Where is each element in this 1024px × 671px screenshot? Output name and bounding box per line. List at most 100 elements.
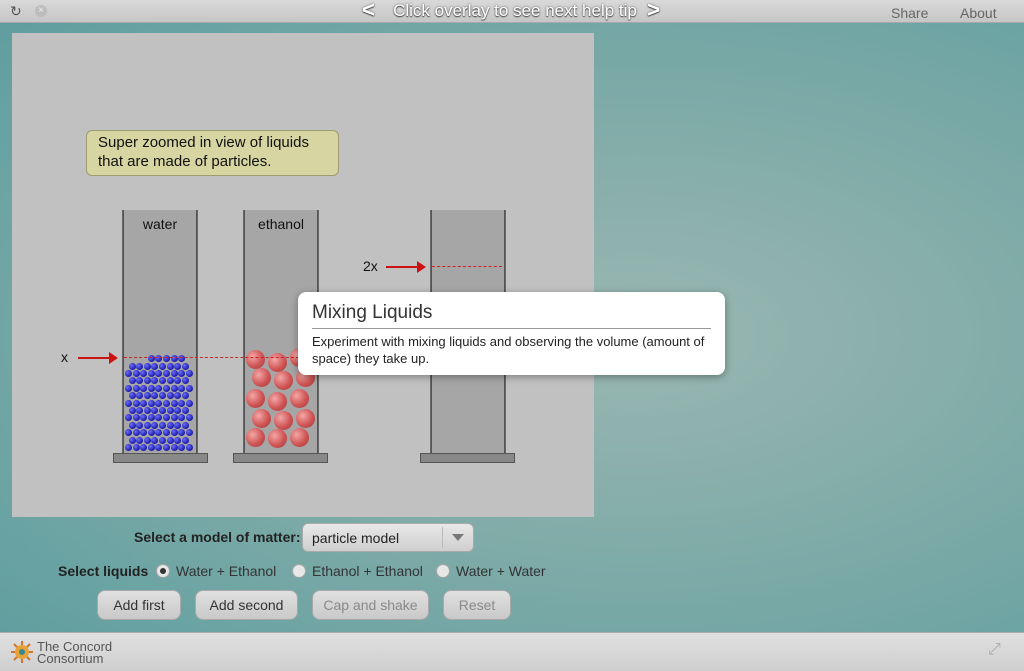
tooltip-body: Experiment with mixing liquids and obser… <box>312 334 705 366</box>
water-particle <box>158 421 166 429</box>
water-particle <box>163 384 170 392</box>
water-particle <box>163 370 170 377</box>
radio-label-water-water[interactable]: Water + Water <box>456 563 546 579</box>
ethanol-particle <box>290 389 309 408</box>
water-particle <box>170 370 178 377</box>
water-particle <box>132 370 140 377</box>
footer: The Concord Consortium ⤢ <box>0 632 1024 671</box>
water-particle <box>166 436 174 444</box>
level-line-x <box>124 357 304 358</box>
help-tooltip[interactable]: Mixing Liquids Experiment with mixing li… <box>298 292 725 375</box>
water-particle <box>185 399 193 407</box>
water-particle <box>132 414 140 422</box>
beaker-base <box>420 453 515 463</box>
next-tip-icon[interactable]: > <box>647 0 660 21</box>
water-particle <box>128 362 136 370</box>
ethanol-particle <box>274 371 293 390</box>
water-particle <box>128 392 136 400</box>
water-particle <box>185 370 193 377</box>
ethanol-particle <box>246 350 265 369</box>
water-particle <box>151 362 159 370</box>
water-particle <box>181 362 189 370</box>
ethanol-particle <box>274 411 293 430</box>
top-bar: ↻ × < Click overlay to see next help tip… <box>0 0 1024 23</box>
water-particle <box>170 444 178 451</box>
beaker-base <box>113 453 208 463</box>
water-particle <box>181 407 189 414</box>
water-particle <box>125 444 132 451</box>
water-particle <box>174 436 182 444</box>
water-particle <box>143 392 151 400</box>
water-particle <box>181 392 189 400</box>
water-particle <box>147 399 155 407</box>
chevron-down-icon[interactable] <box>452 534 464 541</box>
level-marker-x: x <box>61 349 68 365</box>
water-particle <box>147 444 155 451</box>
ethanol-particle <box>246 389 265 408</box>
beaker-base <box>233 453 328 463</box>
add-second-button[interactable]: Add second <box>195 590 298 620</box>
add-first-button[interactable]: Add first <box>97 590 181 620</box>
prev-tip-icon[interactable]: < <box>362 0 375 21</box>
radio-water-ethanol[interactable] <box>156 564 170 578</box>
radio-label-water-ethanol[interactable]: Water + Ethanol <box>176 563 276 579</box>
water-particle <box>143 407 151 414</box>
water-particle <box>158 407 166 414</box>
liquids-label: Select liquids <box>58 563 149 579</box>
water-particle <box>128 377 136 385</box>
water-particle <box>174 421 182 429</box>
water-particle <box>128 436 136 444</box>
level-line-2x <box>432 266 502 267</box>
water-particle <box>125 370 132 377</box>
water-particle <box>174 362 182 370</box>
water-particle <box>158 436 166 444</box>
radio-label-ethanol-ethanol[interactable]: Ethanol + Ethanol <box>312 563 423 579</box>
water-particle <box>136 436 144 444</box>
water-particle <box>170 414 178 422</box>
radio-ethanol-ethanol[interactable] <box>292 564 306 578</box>
water-particle <box>128 421 136 429</box>
water-particle <box>147 370 155 377</box>
simulation-canvas: Super zoomed in view of liquids that are… <box>12 33 594 517</box>
cap-and-shake-button[interactable]: Cap and shake <box>312 590 429 620</box>
fullscreen-icon[interactable]: ⤢ <box>988 641 1014 665</box>
help-tip-text[interactable]: Click overlay to see next help tip <box>393 1 637 20</box>
water-particle <box>140 399 148 407</box>
tooltip-title: Mixing Liquids <box>312 302 433 323</box>
ethanol-particle <box>290 428 309 447</box>
model-select-value: particle model <box>312 530 400 546</box>
water-particle <box>143 421 151 429</box>
model-select-label: Select a model of matter: <box>134 529 301 545</box>
water-particle <box>128 407 136 414</box>
water-particle <box>147 384 155 392</box>
water-particle <box>170 399 178 407</box>
radio-water-water[interactable] <box>436 564 450 578</box>
concord-logo-text: The Concord Consortium <box>37 639 113 666</box>
water-particle <box>151 436 159 444</box>
water-particle <box>178 399 186 407</box>
help-tip-bar[interactable]: < Click overlay to see next help tip > <box>360 0 670 22</box>
level-marker-2x: 2x <box>363 258 378 274</box>
water-particle <box>185 429 193 437</box>
water-beaker: water <box>122 210 198 454</box>
ethanol-particle <box>246 428 265 447</box>
water-particle <box>125 384 132 392</box>
concord-logo-icon <box>11 641 33 663</box>
water-particle <box>166 421 174 429</box>
water-particle <box>132 444 140 451</box>
water-particle <box>132 399 140 407</box>
beaker-label-water: water <box>142 216 178 232</box>
water-particle <box>181 436 189 444</box>
reload-icon[interactable]: ↻ <box>10 3 22 20</box>
tooltip-divider <box>312 328 711 329</box>
reset-button[interactable]: Reset <box>443 590 511 620</box>
model-select[interactable]: particle model <box>302 523 474 552</box>
water-particle <box>155 399 163 407</box>
water-particle <box>136 421 144 429</box>
share-link[interactable]: Share <box>891 5 928 21</box>
water-particle <box>185 384 193 392</box>
close-icon[interactable]: × <box>35 5 47 17</box>
water-particle <box>170 429 178 437</box>
about-link[interactable]: About <box>960 5 997 21</box>
water-particle <box>125 399 132 407</box>
